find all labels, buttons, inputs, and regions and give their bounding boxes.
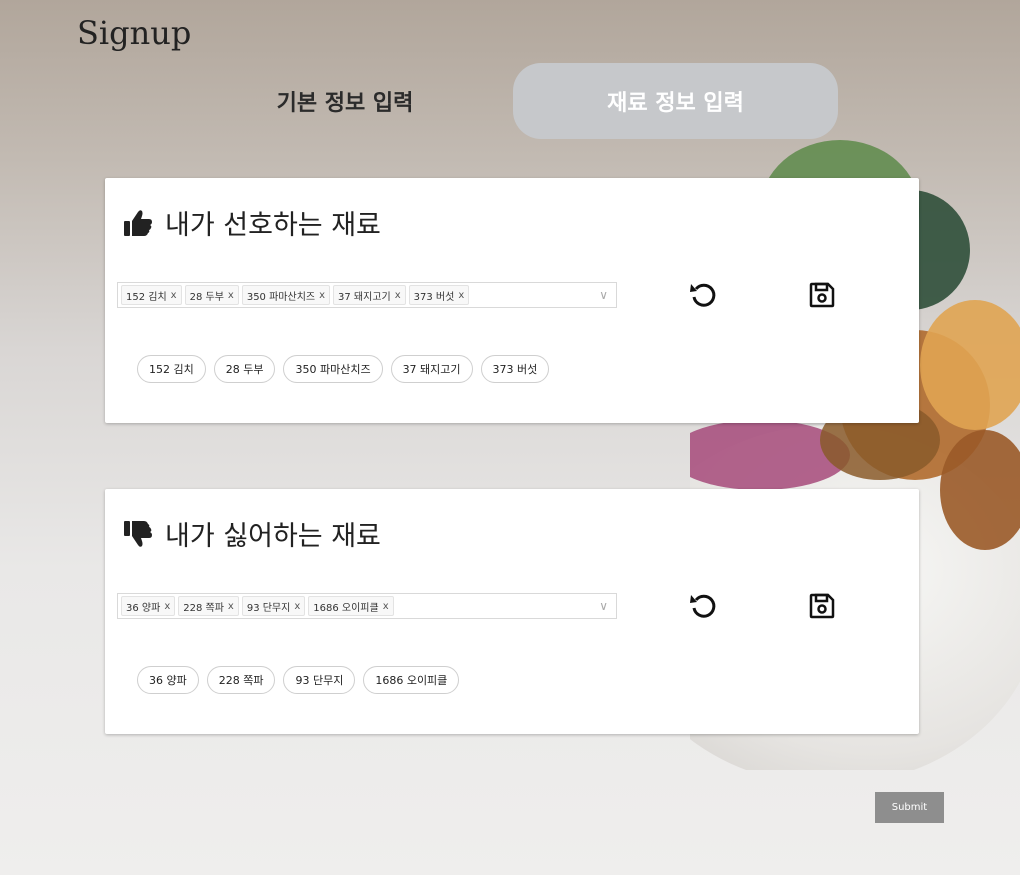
liked-ingredients-title: 내가 선호하는 재료 bbox=[165, 210, 381, 241]
save-icon bbox=[809, 593, 835, 619]
selected-tag: 152 김치 x bbox=[121, 285, 182, 305]
remove-tag-icon[interactable]: x bbox=[395, 290, 401, 301]
liked-ingredients-select[interactable]: 152 김치 x 28 두부 x 350 파마산치즈 x 37 돼지고기 x 373 버… bbox=[117, 282, 617, 308]
chevron-down-icon[interactable]: ∨ bbox=[599, 599, 608, 613]
submit-button[interactable]: Submit bbox=[875, 792, 944, 823]
save-button[interactable] bbox=[805, 278, 839, 312]
undo-icon bbox=[690, 594, 716, 618]
selected-tag: 37 돼지고기 x bbox=[333, 285, 406, 305]
tab-ingredient-info[interactable]: 재료 정보 입력 bbox=[513, 63, 838, 139]
ingredient-chip[interactable]: 93 단무지 bbox=[283, 666, 356, 694]
selected-tag: 36 양파 x bbox=[121, 596, 176, 616]
ingredient-chip[interactable]: 28 두부 bbox=[213, 355, 276, 383]
tag-label: 36 양파 bbox=[126, 602, 161, 614]
thumbs-up-icon bbox=[123, 209, 153, 237]
chevron-down-icon[interactable]: ∨ bbox=[599, 288, 608, 302]
selected-tag: 1686 오이피클 x bbox=[308, 596, 394, 616]
save-button[interactable] bbox=[805, 589, 839, 623]
tag-label: 93 단무지 bbox=[246, 602, 291, 614]
tag-label: 350 파마산치즈 bbox=[246, 291, 316, 303]
remove-tag-icon[interactable]: x bbox=[171, 290, 177, 301]
tag-label: 37 돼지고기 bbox=[338, 291, 391, 303]
ingredient-chip[interactable]: 1686 오이피클 bbox=[363, 666, 460, 694]
tag-label: 152 김치 bbox=[126, 291, 167, 303]
ingredient-chip[interactable]: 350 파마산치즈 bbox=[283, 355, 383, 383]
tag-label: 28 두부 bbox=[189, 291, 224, 303]
liked-ingredients-heading: 내가 선호하는 재료 bbox=[123, 203, 381, 242]
ingredient-chip[interactable]: 152 김치 bbox=[137, 355, 206, 383]
ingredient-chip[interactable]: 228 쪽파 bbox=[206, 666, 276, 694]
remove-tag-icon[interactable]: x bbox=[228, 601, 234, 612]
selected-tag: 93 단무지 x bbox=[241, 596, 306, 616]
ingredient-chip[interactable]: 373 버섯 bbox=[480, 355, 550, 383]
undo-icon bbox=[690, 283, 716, 307]
reset-button[interactable] bbox=[686, 589, 720, 623]
page-title: Signup bbox=[77, 14, 192, 52]
disliked-ingredient-chips: 36 양파 228 쪽파 93 단무지 1686 오이피클 bbox=[137, 666, 460, 694]
disliked-ingredients-heading: 내가 싫어하는 재료 bbox=[123, 514, 381, 553]
selected-tag: 350 파마산치즈 x bbox=[241, 285, 331, 305]
disliked-ingredients-title: 내가 싫어하는 재료 bbox=[165, 521, 381, 552]
remove-tag-icon[interactable]: x bbox=[294, 601, 300, 612]
thumbs-down-icon bbox=[123, 520, 153, 548]
ingredient-chip[interactable]: 36 양파 bbox=[137, 666, 199, 694]
ingredient-chip[interactable]: 37 돼지고기 bbox=[390, 355, 473, 383]
remove-tag-icon[interactable]: x bbox=[458, 290, 464, 301]
reset-button[interactable] bbox=[686, 278, 720, 312]
tag-label: 228 쪽파 bbox=[183, 602, 224, 614]
disliked-ingredients-card: 내가 싫어하는 재료 36 양파 x 228 쪽파 x 93 단무지 x 1686 오… bbox=[105, 489, 919, 734]
remove-tag-icon[interactable]: x bbox=[383, 601, 389, 612]
tag-label: 373 버섯 bbox=[413, 291, 455, 303]
selected-tag: 373 버섯 x bbox=[408, 285, 470, 305]
remove-tag-icon[interactable]: x bbox=[164, 601, 170, 612]
disliked-ingredients-select[interactable]: 36 양파 x 228 쪽파 x 93 단무지 x 1686 오이피클 x ∨ bbox=[117, 593, 617, 619]
liked-ingredient-chips: 152 김치 28 두부 350 파마산치즈 37 돼지고기 373 버섯 bbox=[137, 355, 550, 383]
tag-label: 1686 오이피클 bbox=[313, 602, 379, 614]
tab-basic-info[interactable]: 기본 정보 입력 bbox=[240, 63, 450, 139]
remove-tag-icon[interactable]: x bbox=[228, 290, 234, 301]
liked-ingredients-card: 내가 선호하는 재료 152 김치 x 28 두부 x 350 파마산치즈 x 37 … bbox=[105, 178, 919, 423]
selected-tag: 28 두부 x bbox=[184, 285, 239, 305]
remove-tag-icon[interactable]: x bbox=[319, 290, 325, 301]
selected-tag: 228 쪽파 x bbox=[178, 596, 239, 616]
save-icon bbox=[809, 282, 835, 308]
